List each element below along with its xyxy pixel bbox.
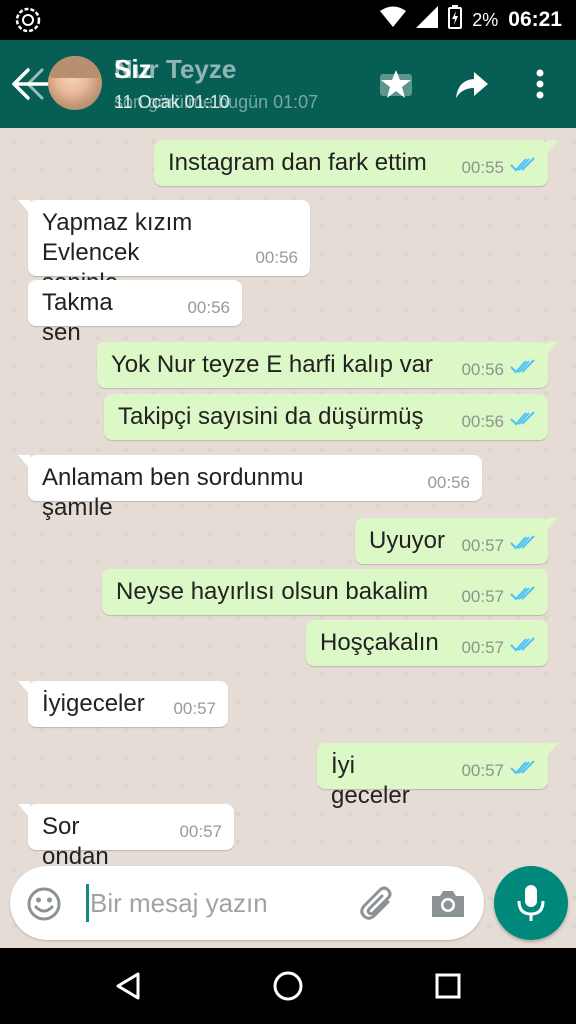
notification-ring-icon (14, 6, 42, 34)
message-text: Anlamam ben sordunmu şamıle (42, 464, 304, 521)
contact-title[interactable]: Nur Teyze Siz son görülme bugün 01:07 11… (114, 54, 374, 118)
star-icon (380, 70, 412, 98)
double-check-icon (510, 760, 536, 781)
message-time: 00:57 (173, 699, 216, 718)
double-check-icon (510, 586, 536, 607)
chat-messages-area[interactable]: Instagram dan fark ettim 00:55 Yapmaz kı… (0, 128, 576, 948)
double-check-icon (510, 637, 536, 658)
forward-button[interactable] (452, 64, 492, 104)
message-bubble-outgoing[interactable]: Instagram dan fark ettim 00:55 (154, 140, 558, 186)
message-bubble-outgoing[interactable]: Yok Nur teyze E harfi kalıp var 00:56 (97, 342, 558, 388)
status-bar: 2% 06:21 (0, 0, 576, 40)
message-time: 00:56 (427, 473, 470, 492)
double-check-icon (510, 411, 536, 432)
double-check-icon (510, 535, 536, 556)
square-recents-icon (435, 973, 461, 999)
message-bubble-outgoing[interactable]: Uyuyor 00:57 (355, 518, 558, 564)
message-text: Sor ondan (42, 813, 109, 870)
message-bubble-outgoing[interactable]: Neyse hayırlısı olsun bakalim 00:57 (102, 569, 548, 615)
star-button[interactable] (376, 64, 416, 104)
emoji-button[interactable] (26, 886, 62, 922)
microphone-icon (517, 885, 545, 921)
more-options-button[interactable] (520, 64, 560, 104)
battery-charging-icon (448, 5, 463, 35)
system-navigation-bar (0, 948, 576, 1024)
paperclip-icon (360, 886, 392, 920)
triangle-back-icon (116, 972, 140, 1000)
message-text: Takma sen (42, 289, 113, 346)
message-bubble-incoming[interactable]: Sor ondan 00:57 (18, 804, 234, 870)
message-time: 00:57 (461, 535, 504, 555)
avatar[interactable] (48, 56, 102, 110)
message-bubble-outgoing[interactable]: İyi geceler 00:57 (317, 743, 558, 809)
double-check-icon (510, 157, 536, 178)
battery-percent: 2% (472, 9, 499, 30)
circle-home-icon (273, 971, 303, 1001)
message-bubble-incoming[interactable]: Takma sen 00:56 (28, 280, 242, 346)
message-time: 00:56 (461, 359, 504, 379)
message-bubble-incoming[interactable]: İyigeceler 00:57 (18, 681, 228, 727)
emoji-icon (27, 887, 61, 921)
signal-icon (416, 6, 439, 34)
message-time: 00:56 (187, 298, 230, 317)
message-compose-bar (10, 866, 484, 940)
voice-message-button[interactable] (494, 866, 568, 940)
clock-time: 06:21 (508, 8, 562, 31)
message-time: 00:56 (461, 411, 504, 431)
message-bubble-incoming[interactable]: Anlamam ben sordunmu şamıle 00:56 (18, 455, 482, 521)
camera-icon (432, 891, 464, 917)
nav-home-button[interactable] (268, 966, 308, 1006)
message-timestamp: 11 Ocak 01:10 (114, 92, 230, 112)
camera-button[interactable] (428, 884, 468, 924)
nav-back-button[interactable] (108, 966, 148, 1006)
message-time: 00:55 (461, 157, 504, 177)
message-bubble-outgoing[interactable]: Hoşçakalın 00:57 (306, 620, 548, 666)
attach-button[interactable] (358, 884, 398, 924)
forward-icon (456, 72, 488, 98)
message-bubble-incoming[interactable]: Yapmaz kızım Evlencek seninle 00:56 (18, 200, 310, 296)
wifi-icon (380, 6, 407, 34)
message-time: 00:57 (179, 822, 222, 841)
message-time: 00:56 (255, 248, 298, 267)
message-time: 00:57 (461, 586, 504, 606)
message-bubble-outgoing[interactable]: Takipçi sayısini da düşürmüş 00:56 (104, 394, 548, 440)
nav-recents-button[interactable] (428, 966, 468, 1006)
more-vert-icon (536, 69, 544, 99)
contact-name: Siz (114, 54, 152, 84)
message-time: 00:57 (461, 760, 504, 780)
text-cursor (86, 884, 89, 922)
message-time: 00:57 (461, 637, 504, 657)
chat-header: Nur Teyze Siz son görülme bugün 01:07 11… (0, 40, 576, 128)
message-input[interactable] (90, 882, 360, 924)
double-check-icon (510, 359, 536, 380)
